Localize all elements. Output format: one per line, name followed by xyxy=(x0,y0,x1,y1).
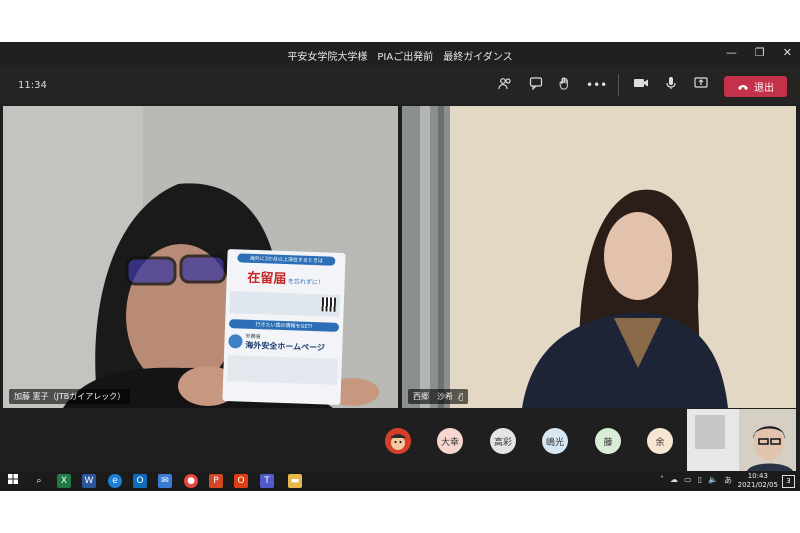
minimize-icon[interactable]: — xyxy=(726,46,737,59)
window-title: 平安女学院大学様 PIAご出発前 最終ガイダンス xyxy=(287,52,513,63)
leaflet-title: 在留届 xyxy=(247,270,287,288)
taskbar-clock[interactable]: 10:43 2021/02/05 xyxy=(738,472,778,490)
powerpoint-icon[interactable]: P xyxy=(209,474,223,488)
word-icon[interactable]: W xyxy=(82,474,96,488)
teams-icon[interactable]: T xyxy=(260,474,274,488)
participant-name-right: 西郷 沙希 🎙̸ xyxy=(408,389,469,404)
leaflet-qr-block xyxy=(229,291,341,317)
title-bar: 平安女学院大学様 PIAご出発前 最終ガイダンス — ❐ ✕ xyxy=(0,42,800,66)
cloud-icon[interactable]: ☁ xyxy=(670,475,678,486)
avatar-participant[interactable]: 高彩 xyxy=(490,428,516,454)
leaflet-section-note: 行きたい国の情報をGET! xyxy=(228,319,340,332)
avatar-participant[interactable]: 藤 xyxy=(595,428,621,454)
participant-name-right-label: 西郷 沙希 xyxy=(413,392,453,401)
self-view-video[interactable] xyxy=(687,409,796,471)
close-icon[interactable]: ✕ xyxy=(783,46,792,59)
outlook-icon[interactable]: O xyxy=(133,474,147,488)
mic-muted-icon: 🎙̸ xyxy=(458,392,464,401)
network-icon[interactable]: ▭ xyxy=(684,475,692,486)
office-icon[interactable]: O xyxy=(234,474,248,488)
mail-icon[interactable]: ✉ xyxy=(158,474,172,488)
raise-hand-icon[interactable] xyxy=(556,76,574,94)
mascot-face-icon xyxy=(385,428,411,454)
video-tile-participant[interactable]: 西郷 沙希 🎙̸ xyxy=(402,106,796,408)
toolbar-divider xyxy=(618,74,619,96)
avatar-initials: 余 xyxy=(655,437,665,448)
participants-icon[interactable] xyxy=(496,76,514,94)
leaflet-footer-block xyxy=(227,355,338,385)
video-tile-presenter[interactable]: 海外に3か月以上滞在するときは 在留届 を忘れずに！ 行きたい国の情報をGET!… xyxy=(3,106,398,408)
participant-name-left: 加藤 憲子（JTBガイアレック） xyxy=(9,389,131,404)
leaflet-top-note: 海外に3か月以上滞在するときは xyxy=(237,253,336,266)
camera-icon[interactable] xyxy=(632,76,650,94)
leaflet-subtitle: 海外安全ホームページ xyxy=(245,340,326,353)
participant-video-frame xyxy=(402,106,796,408)
leaflet-title-suffix: を忘れずに！ xyxy=(287,278,324,287)
avatar-initials: 高彩 xyxy=(493,437,512,448)
notification-center-icon[interactable]: 3 xyxy=(782,475,795,488)
leave-label: 退出 xyxy=(754,83,774,94)
avatar-mascot[interactable] xyxy=(385,428,411,454)
file-explorer-icon[interactable]: ▬ xyxy=(288,474,302,488)
meeting-timer: 11:34 xyxy=(18,80,47,91)
qr-code-icon xyxy=(321,297,337,312)
window-controls: — ❐ ✕ xyxy=(726,46,792,59)
windows-start-icon[interactable] xyxy=(6,474,20,488)
held-leaflet: 海外に3か月以上滞在するときは 在留届 を忘れずに！ 行きたい国の情報をGET!… xyxy=(222,248,346,406)
avatar-participant[interactable]: 余 xyxy=(647,428,673,454)
leave-button[interactable]: 退出 xyxy=(724,76,787,97)
search-icon[interactable]: ⌕ xyxy=(32,474,46,488)
avatar-initials: 大幸 xyxy=(440,437,459,448)
clock-time: 10:43 xyxy=(747,472,768,480)
avatar-participant[interactable]: 嶋光 xyxy=(542,428,568,454)
teams-meeting-window: 平安女学院大学様 PIAご出発前 最終ガイダンス — ❐ ✕ 11:34 ••• xyxy=(0,42,800,491)
chevron-up-icon[interactable]: ˄ xyxy=(660,475,664,486)
meeting-toolbar: 11:34 ••• 退出 xyxy=(0,66,800,104)
chrome-icon[interactable]: ● xyxy=(184,474,198,488)
volume-icon[interactable]: 🔈 xyxy=(708,475,718,486)
microphone-icon[interactable] xyxy=(662,76,680,94)
avatar-initials: 藤 xyxy=(603,437,613,448)
display-icon[interactable]: ▯ xyxy=(698,475,702,486)
system-tray: ˄ ☁ ▭ ▯ 🔈 あ xyxy=(660,475,732,486)
share-screen-icon[interactable] xyxy=(692,76,710,94)
clock-date: 2021/02/05 xyxy=(737,481,778,489)
ime-indicator[interactable]: あ xyxy=(724,475,732,486)
excel-icon[interactable]: X xyxy=(57,474,71,488)
chat-icon[interactable] xyxy=(527,76,545,94)
maximize-icon[interactable]: ❐ xyxy=(755,46,765,59)
edge-icon[interactable]: e xyxy=(108,474,122,488)
avatar-initials: 嶋光 xyxy=(545,437,564,448)
more-options-icon[interactable]: ••• xyxy=(586,76,607,94)
avatar-participant[interactable]: 大幸 xyxy=(437,428,463,454)
hangup-icon xyxy=(738,84,748,90)
windows-taskbar: ⌕ X W e O ✉ ● P O T ▬ ˄ ☁ ▭ ▯ 🔈 あ 10:43 … xyxy=(0,471,800,491)
self-view-frame xyxy=(687,409,796,471)
globe-mascot-icon xyxy=(228,334,243,349)
